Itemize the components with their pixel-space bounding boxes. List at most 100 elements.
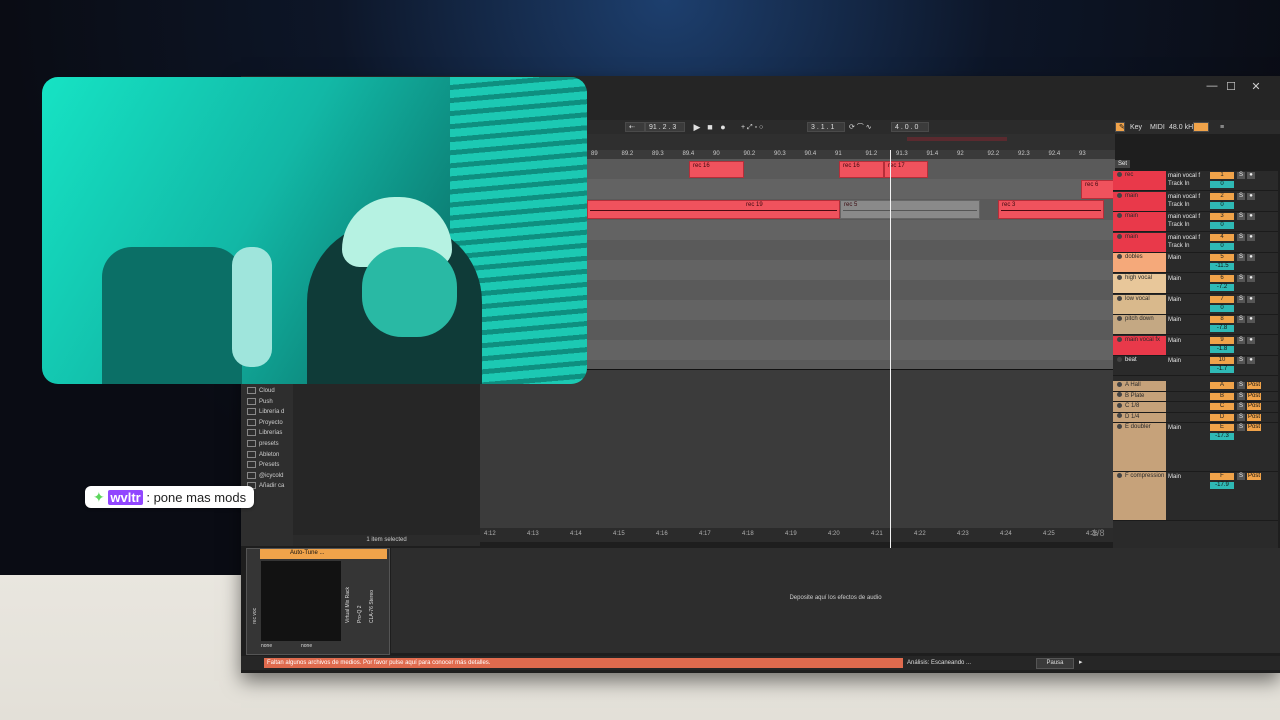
follow-icon[interactable]: ⇠ xyxy=(625,122,645,132)
track-io[interactable]: Main xyxy=(1168,357,1208,365)
pause-button[interactable]: Pausa xyxy=(1036,658,1074,669)
solo-button[interactable]: S xyxy=(1237,357,1245,365)
return-fold-icon[interactable] xyxy=(1117,472,1122,478)
return-fold-icon[interactable] xyxy=(1117,423,1122,429)
maximize-icon[interactable]: ☐ xyxy=(1221,80,1241,93)
set-button[interactable]: Set xyxy=(1115,152,1165,168)
input-select-1[interactable]: none xyxy=(261,643,272,649)
track-output[interactable]: Main xyxy=(1168,337,1208,345)
record-button[interactable]: ● xyxy=(718,122,728,132)
return-row[interactable]: F compression Main F -17.9 S Post xyxy=(1113,472,1278,521)
track-fold-icon[interactable] xyxy=(1117,254,1122,260)
arm-button[interactable]: ● xyxy=(1247,254,1255,262)
play-button[interactable]: ▶ xyxy=(692,122,702,132)
track-name[interactable]: low vocal xyxy=(1113,294,1166,314)
track-activator[interactable]: 3 xyxy=(1210,213,1234,221)
return-row[interactable]: C 1/8 C S Post xyxy=(1113,402,1278,413)
track-name[interactable]: main xyxy=(1113,212,1166,232)
arm-button[interactable]: ● xyxy=(1247,357,1255,365)
solo-button[interactable]: S xyxy=(1237,213,1245,221)
track-io[interactable]: main vocal f Track In xyxy=(1168,213,1208,229)
post-button[interactable]: Post xyxy=(1247,413,1261,421)
return-activator[interactable]: B xyxy=(1210,392,1234,400)
track-name[interactable]: main vocal fx xyxy=(1113,335,1166,355)
track-activator[interactable]: 10 xyxy=(1210,357,1234,365)
track-output[interactable]: main vocal f xyxy=(1168,193,1208,201)
arrangement-position[interactable]: 91 . 2 . 3 xyxy=(645,122,685,132)
track-fold-icon[interactable] xyxy=(1117,357,1122,363)
arrangement-overview[interactable] xyxy=(587,134,1115,150)
return-output[interactable]: Main xyxy=(1168,424,1208,432)
track-activator[interactable]: 6 xyxy=(1210,275,1234,282)
track-io[interactable]: Main xyxy=(1168,296,1208,304)
return-row[interactable]: E doubler Main E -17.3 S Post xyxy=(1113,423,1278,472)
clip-rec-16-a[interactable]: rec 16 xyxy=(689,161,744,178)
arm-button[interactable]: ● xyxy=(1247,192,1255,200)
track-io[interactable]: main vocal f Track In xyxy=(1168,172,1208,188)
track-row[interactable]: main main vocal f Track In 3 0 S ● xyxy=(1113,212,1278,233)
track-name[interactable]: dobles xyxy=(1113,253,1166,273)
track-volume[interactable]: -11.5 xyxy=(1210,263,1234,271)
track-io[interactable]: Main xyxy=(1168,316,1208,324)
loop-length[interactable]: 4 . 0 . 0 xyxy=(891,122,929,132)
return-activator[interactable]: A xyxy=(1210,382,1234,389)
track-fold-icon[interactable] xyxy=(1117,192,1122,198)
track-volume[interactable]: -1.8 xyxy=(1210,345,1234,353)
track-volume[interactable]: -7.8 xyxy=(1210,325,1234,333)
chain-device-2[interactable]: Pro-Q 2 xyxy=(357,563,363,623)
track-row[interactable]: dobles Main 5 -11.5 S ● xyxy=(1113,253,1278,274)
track-activator[interactable]: 8 xyxy=(1210,316,1234,324)
return-activator[interactable]: E xyxy=(1210,424,1234,431)
solo-button[interactable]: S xyxy=(1237,192,1245,200)
track-activator[interactable]: 1 xyxy=(1210,172,1234,179)
solo-button[interactable]: S xyxy=(1237,392,1245,400)
track-row[interactable]: main main vocal f Track In 4 0 S ● xyxy=(1113,232,1278,253)
track-row[interactable]: main main vocal f Track In 2 0 S ● xyxy=(1113,191,1278,212)
track-fold-icon[interactable] xyxy=(1117,233,1122,239)
browser-item[interactable]: Presets xyxy=(247,461,279,468)
track-name[interactable]: rec xyxy=(1113,171,1166,190)
track-output[interactable]: Main xyxy=(1168,357,1208,365)
track-activator[interactable]: 5 xyxy=(1210,254,1234,262)
return-volume[interactable]: -17.9 xyxy=(1210,482,1234,489)
track-output[interactable]: main vocal f xyxy=(1168,234,1208,242)
track-fold-icon[interactable] xyxy=(1117,274,1122,280)
post-button[interactable]: Post xyxy=(1247,392,1261,400)
track-output[interactable]: main vocal f xyxy=(1168,172,1208,180)
track-output[interactable]: Main xyxy=(1168,296,1208,304)
clip-rec-3[interactable]: rec 3 xyxy=(998,200,1104,219)
solo-button[interactable]: S xyxy=(1237,403,1245,410)
audio-effects-drop-area[interactable]: Deposite aquí los efectos de audio xyxy=(391,548,1280,653)
track-input[interactable]: Track In xyxy=(1168,201,1208,209)
loop-start[interactable]: 3 . 1 . 1 xyxy=(807,122,845,132)
solo-button[interactable]: S xyxy=(1237,172,1245,179)
return-volume[interactable]: -17.3 xyxy=(1210,433,1234,440)
track-input[interactable]: Track In xyxy=(1168,221,1208,229)
track-fold-icon[interactable] xyxy=(1117,213,1122,219)
solo-button[interactable]: S xyxy=(1237,316,1245,324)
return-activator[interactable]: D xyxy=(1210,413,1234,421)
return-name[interactable]: B Plate xyxy=(1113,391,1166,401)
track-volume[interactable]: 0 xyxy=(1210,304,1234,312)
next-icon[interactable]: ▸ xyxy=(1079,658,1083,666)
clip-rec-19[interactable]: rec 19 xyxy=(587,200,840,219)
chain-device-3[interactable]: CLA-76 Stereo xyxy=(369,563,375,623)
track-volume[interactable]: -7.2 xyxy=(1210,284,1234,291)
key-label[interactable]: Key xyxy=(1126,122,1142,132)
track-fold-icon[interactable] xyxy=(1117,316,1122,322)
track-name[interactable]: beat xyxy=(1113,356,1166,376)
return-fold-icon[interactable] xyxy=(1117,381,1122,387)
track-output[interactable]: Main xyxy=(1168,254,1208,262)
arm-button[interactable]: ● xyxy=(1247,275,1255,282)
solo-button[interactable]: S xyxy=(1237,254,1245,262)
track-row[interactable]: low vocal Main 7 0 S ● xyxy=(1113,294,1278,315)
browser-item[interactable]: presets xyxy=(247,440,279,447)
return-fold-icon[interactable] xyxy=(1117,413,1122,419)
return-name[interactable]: C 1/8 xyxy=(1113,402,1166,412)
track-volume[interactable]: 0 xyxy=(1210,222,1234,230)
menu-icon[interactable]: ≡ xyxy=(1216,122,1234,132)
solo-button[interactable]: S xyxy=(1237,233,1245,241)
clip-rec-16-b[interactable]: rec 16 xyxy=(839,161,884,178)
solo-button[interactable]: S xyxy=(1237,295,1245,303)
clip-rec-6[interactable]: rec 6 xyxy=(1081,180,1115,199)
